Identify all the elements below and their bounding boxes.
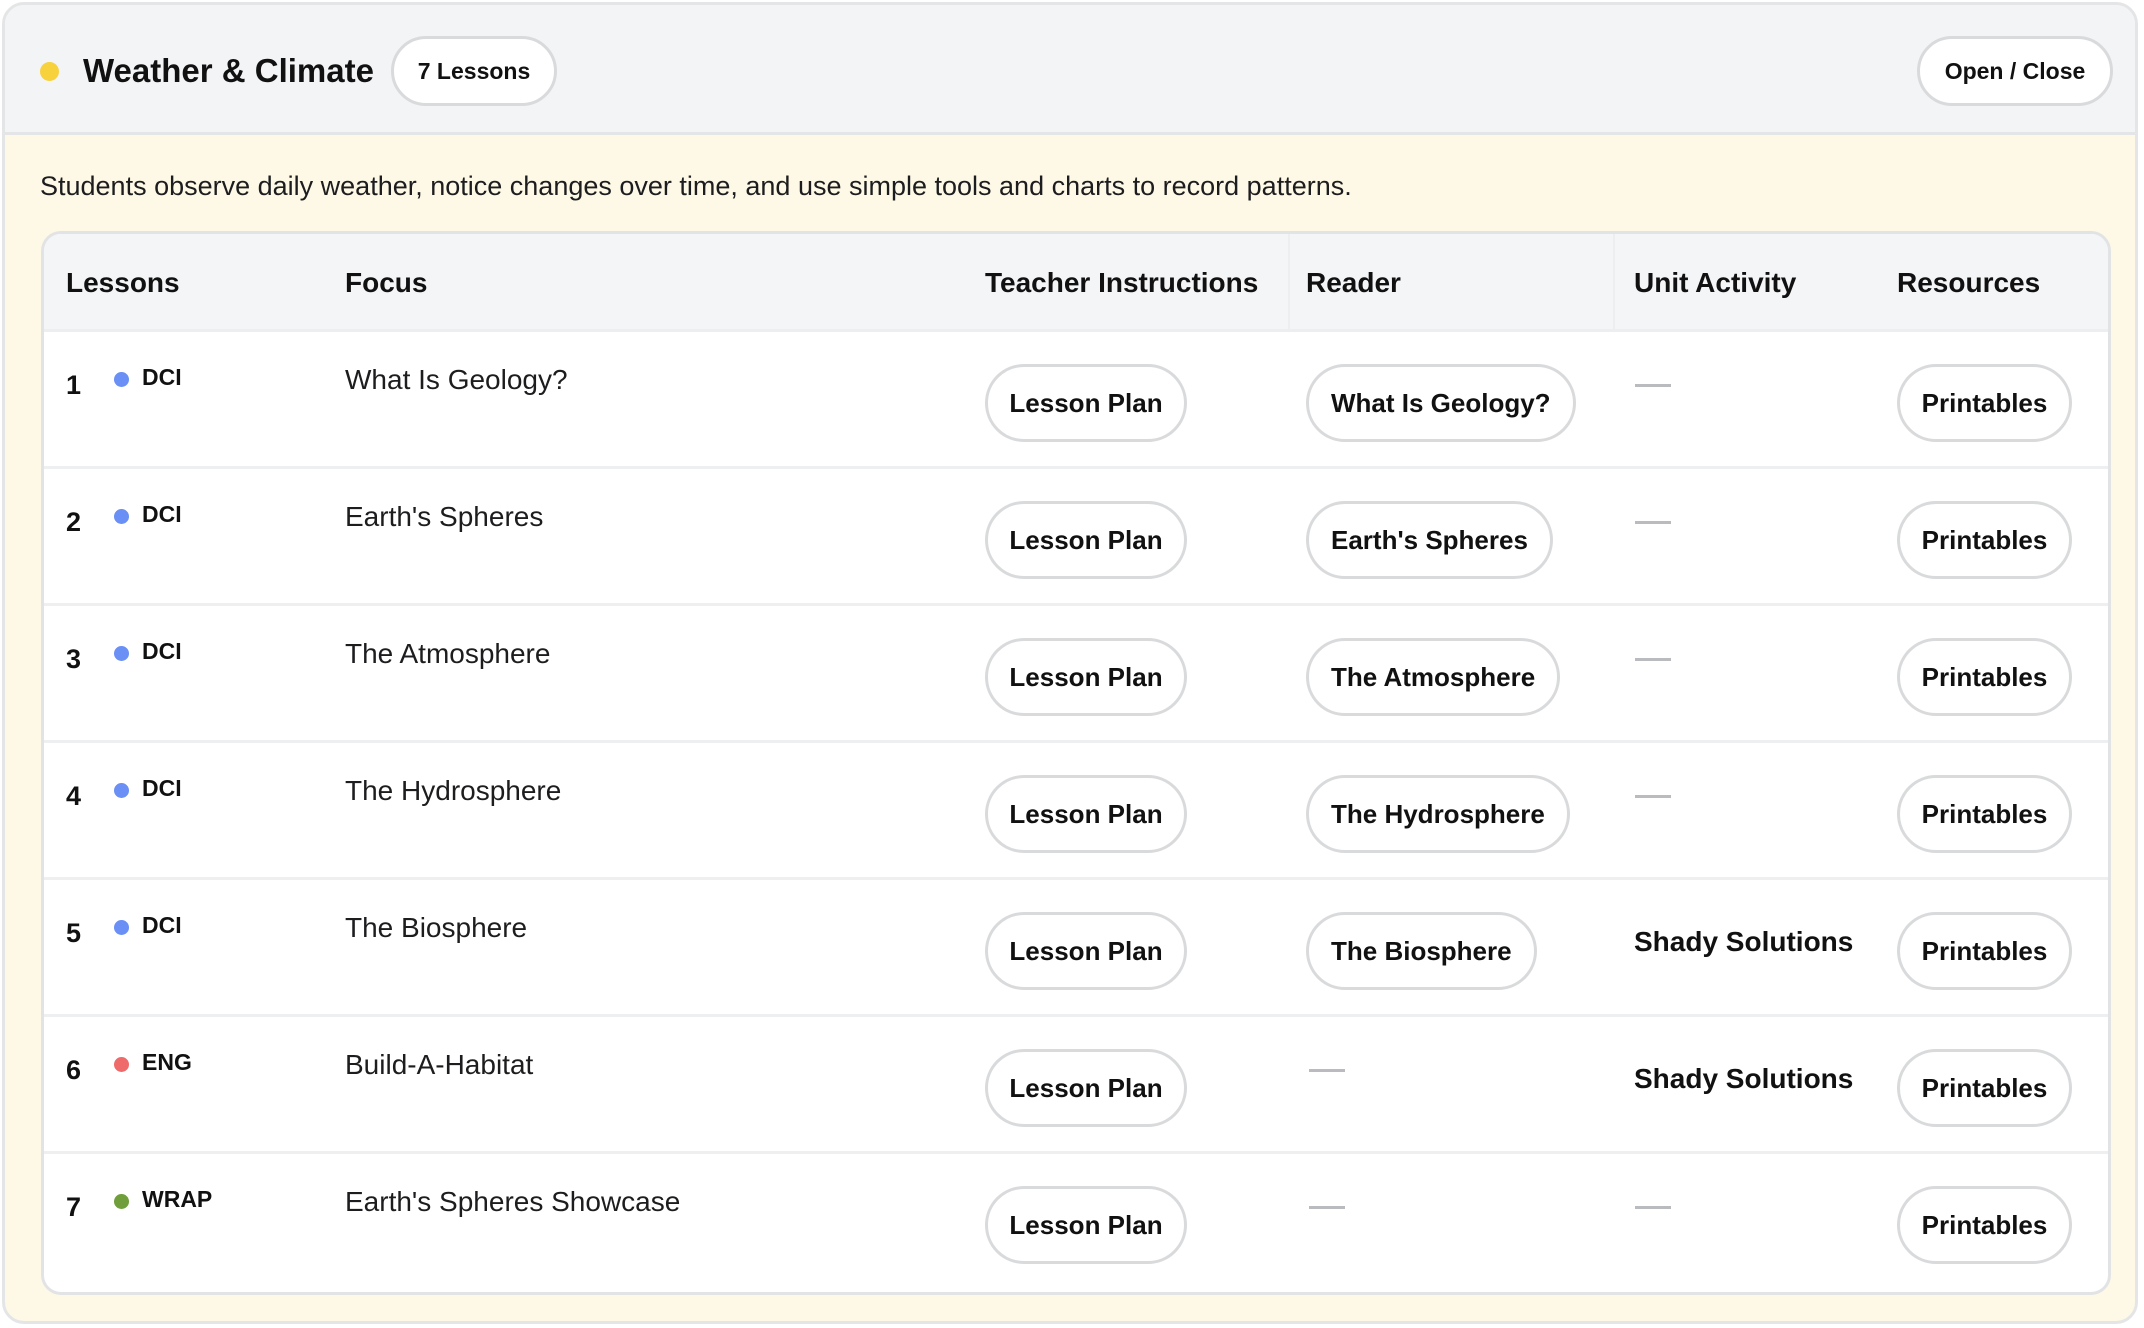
lesson-tag: ENG xyxy=(142,1049,192,1075)
column-divider xyxy=(1613,234,1615,332)
lesson-number: 7 xyxy=(66,1192,82,1222)
reader-button[interactable]: The Atmosphere xyxy=(1306,638,1561,716)
column-header-reader: Reader xyxy=(1306,267,1401,298)
lesson-focus: The Atmosphere xyxy=(345,638,551,669)
lesson-number: 3 xyxy=(66,644,82,674)
empty-dash xyxy=(1635,1206,1671,1209)
tag-color-dot xyxy=(114,509,129,524)
printables-button[interactable]: Printables xyxy=(1897,1049,2072,1127)
column-divider xyxy=(1288,234,1290,332)
column-header-resources: Resources xyxy=(1897,267,2041,298)
unit-title: Weather & Climate xyxy=(83,52,374,89)
lesson-plan-button[interactable]: Lesson Plan xyxy=(985,775,1187,853)
unit-header: Weather & Climate 7 Lessons Open / Close xyxy=(5,5,2135,135)
empty-dash xyxy=(1635,658,1671,661)
open-close-button[interactable]: Open / Close xyxy=(1917,36,2113,106)
lesson-tag: DCI xyxy=(142,364,182,390)
lesson-focus: The Biosphere xyxy=(345,912,528,943)
column-header-teacher-instructions: Teacher Instructions xyxy=(985,267,1259,298)
column-header-focus: Focus xyxy=(345,267,428,298)
printables-button[interactable]: Printables xyxy=(1897,638,2072,716)
lesson-number: 1 xyxy=(66,370,82,400)
lesson-number: 5 xyxy=(66,918,82,948)
printables-button[interactable]: Printables xyxy=(1897,912,2072,990)
empty-dash xyxy=(1635,795,1671,798)
reader-button[interactable]: What Is Geology? xyxy=(1306,364,1576,442)
lesson-focus: Earth's Spheres Showcase xyxy=(345,1186,681,1217)
unit-panel: Weather & Climate 7 Lessons Open / Close… xyxy=(2,2,2138,1324)
tag-color-dot xyxy=(114,783,129,798)
lesson-focus: What Is Geology? xyxy=(345,364,568,395)
printables-button[interactable]: Printables xyxy=(1897,1186,2072,1264)
unit-color-dot xyxy=(40,62,59,81)
unit-description: Students observe daily weather, notice c… xyxy=(40,171,1352,201)
unit-activity-link[interactable]: Shady Solutions xyxy=(1634,926,1853,958)
table-row: 4 DCI The Hydrosphere Lesson Plan The Hydros… xyxy=(44,743,2108,880)
lesson-tag: DCI xyxy=(142,912,182,938)
table-row: 2 DCI Earth's Spheres Lesson Plan Earth's Sp… xyxy=(44,469,2108,606)
reader-button[interactable]: The Biosphere xyxy=(1306,912,1537,990)
tag-color-dot xyxy=(114,1194,129,1209)
lesson-number: 6 xyxy=(66,1055,82,1085)
table-header: Lessons Focus Teacher Instructions Reade… xyxy=(44,234,2108,332)
lesson-plan-button[interactable]: Lesson Plan xyxy=(985,1049,1187,1127)
printables-button[interactable]: Printables xyxy=(1897,364,2072,442)
tag-color-dot xyxy=(114,1057,129,1072)
printables-button[interactable]: Printables xyxy=(1897,501,2072,579)
empty-dash xyxy=(1309,1069,1345,1072)
lessons-table: Lessons Focus Teacher Instructions Reade… xyxy=(41,231,2111,1295)
lesson-tag: DCI xyxy=(142,501,182,527)
lesson-focus: Earth's Spheres xyxy=(345,501,544,532)
table-row: 7 WRAP Earth's Spheres Showcase Lesson Plan… xyxy=(44,1154,2108,1291)
empty-dash xyxy=(1635,384,1671,387)
tag-color-dot xyxy=(114,372,129,387)
empty-dash xyxy=(1635,521,1671,524)
printables-button[interactable]: Printables xyxy=(1897,775,2072,853)
lesson-plan-button[interactable]: Lesson Plan xyxy=(985,501,1187,579)
empty-dash xyxy=(1309,1206,1345,1209)
lesson-plan-button[interactable]: Lesson Plan xyxy=(985,364,1187,442)
lesson-number: 2 xyxy=(66,507,82,537)
unit-activity-link[interactable]: Shady Solutions xyxy=(1634,1063,1853,1095)
table-row: 3 DCI The Atmosphere Lesson Plan The Atmosph… xyxy=(44,606,2108,743)
lesson-plan-button[interactable]: Lesson Plan xyxy=(985,638,1187,716)
lesson-count-badge: 7 Lessons xyxy=(391,36,557,106)
lesson-tag: WRAP xyxy=(142,1186,213,1212)
lesson-tag: DCI xyxy=(142,775,182,801)
column-header-unit-activity: Unit Activity xyxy=(1634,267,1797,298)
lesson-plan-button[interactable]: Lesson Plan xyxy=(985,912,1187,990)
reader-button[interactable]: The Hydrosphere xyxy=(1306,775,1570,853)
lesson-focus: The Hydrosphere xyxy=(345,775,562,806)
lesson-tag: DCI xyxy=(142,638,182,664)
tag-color-dot xyxy=(114,646,129,661)
table-row: 5 DCI The Biosphere Lesson Plan The Biospher… xyxy=(44,880,2108,1017)
table-row: 6 ENG Build-A-Habitat Lesson Plan Shady Solu… xyxy=(44,1017,2108,1154)
reader-button[interactable]: Earth's Spheres xyxy=(1306,501,1553,579)
lesson-number: 4 xyxy=(66,781,82,811)
lesson-plan-button[interactable]: Lesson Plan xyxy=(985,1186,1187,1264)
column-header-lessons: Lessons xyxy=(66,267,180,298)
lesson-focus: Build-A-Habitat xyxy=(345,1049,534,1080)
table-row: 1 DCI What Is Geology? Lesson Plan What Is G… xyxy=(44,332,2108,469)
tag-color-dot xyxy=(114,920,129,935)
